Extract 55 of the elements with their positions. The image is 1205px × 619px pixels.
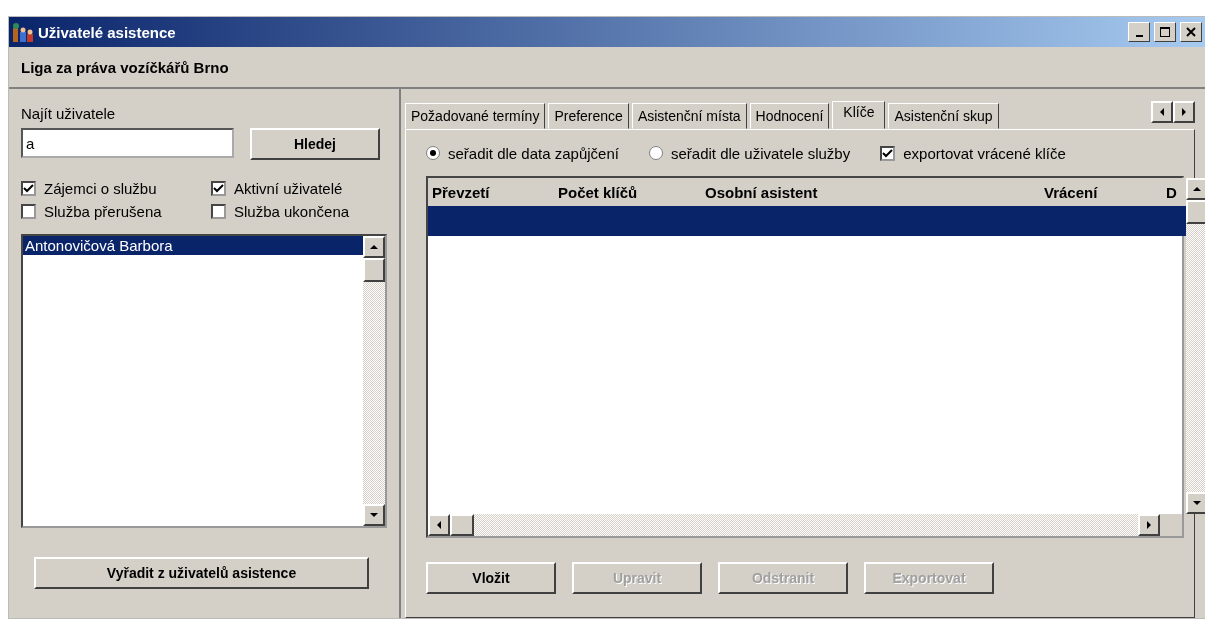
checkbox[interactable] [21,204,36,219]
column-header[interactable]: D [1162,183,1186,201]
search-button[interactable]: Hledej [250,128,380,160]
search-field[interactable]: a [21,128,234,158]
checkbox-label: exportovat vrácené klíče [903,144,1066,162]
checkbox[interactable] [880,145,896,161]
radio-button[interactable] [426,146,440,160]
tab-scroll-left-button[interactable] [1151,101,1173,123]
checkbox[interactable] [211,181,226,196]
checkbox-label: Aktivní uživatelé [234,180,343,197]
checkbox-label: Služba ukončena [234,203,350,220]
tab[interactable]: Asistenční místa [631,103,747,129]
column-header[interactable]: Počet klíčů [554,183,701,201]
column-header[interactable]: Vrácení [1040,183,1162,201]
scrollbar-corner [1160,514,1182,536]
scroll-thumb[interactable] [1186,200,1205,224]
maximize-button[interactable] [1154,22,1176,42]
minimize-icon [1135,35,1143,37]
scroll-thumb[interactable] [363,258,385,282]
scroll-right-button[interactable] [1138,514,1160,536]
tab[interactable]: Hodnocení [749,103,830,129]
minimize-button[interactable] [1128,22,1150,42]
scroll-left-button[interactable] [428,514,450,536]
list-item[interactable]: Antonovičová Barbora [23,236,363,255]
tab[interactable]: Klíče [832,101,886,129]
organization-name: Liga za práva vozíčkářů Brno [21,58,229,76]
scrollbar[interactable] [1186,178,1205,514]
tab[interactable]: Požadované termíny [405,103,546,129]
tab-scroll-right-button[interactable] [1173,101,1195,123]
tab[interactable]: Preference [548,103,629,129]
search-label: Najít uživatele [21,105,117,122]
remove-user-button[interactable]: Vyřadit z uživatelů asistence [34,557,369,589]
tab[interactable]: Asistenční skup [888,103,999,129]
scrollbar[interactable] [363,236,385,526]
checkbox-label: Služba přerušena [44,203,162,220]
scroll-up-button[interactable] [1186,178,1205,200]
column-header[interactable]: Osobní asistent [701,183,1040,201]
action-button[interactable]: Vložit [426,561,556,594]
radio-label: seřadit dle uživatele služby [670,144,851,162]
scroll-up-button[interactable] [363,236,385,258]
maximize-icon [1159,26,1171,38]
checkbox-label: Zájemci o službu [44,180,157,197]
scroll-down-button[interactable] [363,504,385,526]
checkbox[interactable] [21,181,36,196]
checkbox[interactable] [211,204,226,219]
radio-label: seřadit dle data zapůjčení [448,144,619,162]
column-header[interactable]: Převzetí [428,183,554,201]
scroll-thumb[interactable] [450,514,474,536]
close-button[interactable] [1180,22,1202,42]
window-title: Uživatelé asistence [38,23,177,41]
close-icon [1185,26,1197,38]
radio-button[interactable] [648,146,663,160]
scroll-down-button[interactable] [1186,492,1205,514]
people-icon [12,22,34,42]
horizontal-scrollbar[interactable] [428,514,1182,536]
